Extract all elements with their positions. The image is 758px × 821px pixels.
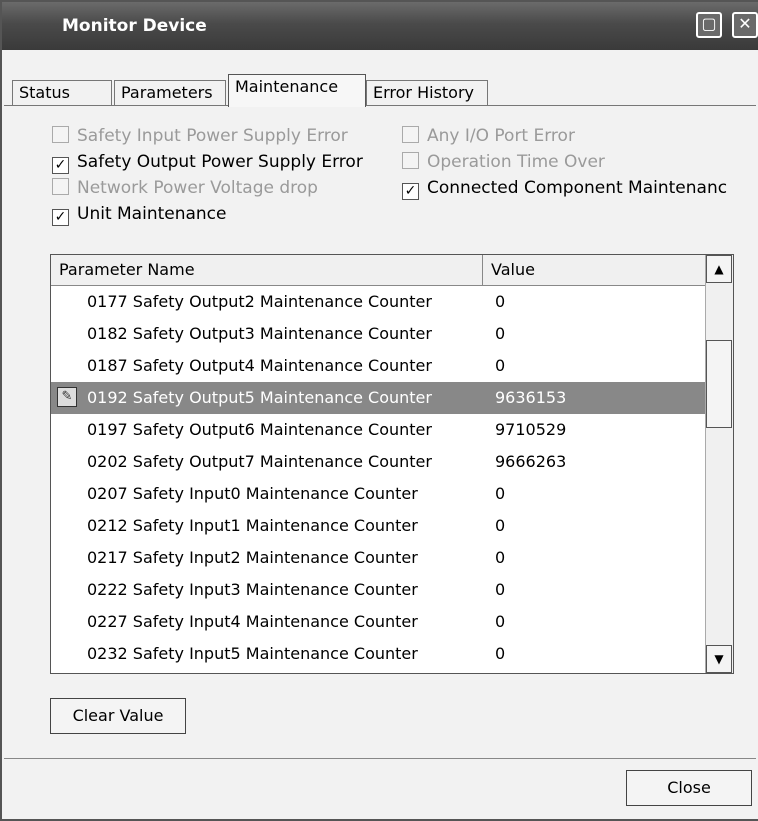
- scroll-down-arrow-icon[interactable]: ▼: [706, 645, 732, 673]
- tab-maintenance[interactable]: Maintenance: [228, 74, 366, 107]
- checkbox-label: Safety Input Power Supply Error: [77, 126, 348, 146]
- parameter-name-cell: 0207 Safety Input0 Maintenance Counter: [87, 484, 418, 503]
- table-header: Parameter Name Value: [51, 255, 707, 286]
- checkbox-safety-output-power-supply-error[interactable]: ✓ Safety Output Power Supply Error: [52, 152, 363, 174]
- value-cell[interactable]: 0: [495, 484, 505, 503]
- close-button[interactable]: Close: [626, 770, 752, 806]
- parameter-name-cell: 0202 Safety Output7 Maintenance Counter: [87, 452, 432, 471]
- checkbox-label: Connected Component Maintenanc: [427, 178, 728, 198]
- check-icon: ✓: [52, 157, 69, 174]
- table-row[interactable]: 0212 Safety Input1 Maintenance Counter 0: [51, 510, 707, 542]
- tab-divider: [4, 105, 756, 106]
- checkbox-box: [402, 152, 419, 169]
- checkbox-unit-maintenance[interactable]: ✓ Unit Maintenance: [52, 204, 227, 226]
- window-title: Monitor Device: [62, 16, 207, 36]
- parameter-name-cell: 0192 Safety Output5 Maintenance Counter: [87, 388, 432, 407]
- table-row[interactable]: 0187 Safety Output4 Maintenance Counter 0: [51, 350, 707, 382]
- parameter-name-cell: 0212 Safety Input1 Maintenance Counter: [87, 516, 418, 535]
- restore-button[interactable]: ▢: [696, 12, 722, 38]
- parameter-name-cell: 0217 Safety Input2 Maintenance Counter: [87, 548, 418, 567]
- checkbox-label: Network Power Voltage drop: [77, 178, 318, 198]
- clear-value-button[interactable]: Clear Value: [50, 698, 186, 734]
- scroll-up-arrow-icon[interactable]: ▲: [706, 255, 732, 283]
- table-row[interactable]: 0222 Safety Input3 Maintenance Counter 0: [51, 574, 707, 606]
- table-row[interactable]: 0217 Safety Input2 Maintenance Counter 0: [51, 542, 707, 574]
- value-cell[interactable]: 0: [495, 356, 505, 375]
- value-cell[interactable]: 9710529: [495, 420, 566, 439]
- parameter-name-cell: 0177 Safety Output2 Maintenance Counter: [87, 292, 432, 311]
- checkbox-box: [52, 178, 69, 195]
- table-row[interactable]: 0177 Safety Output2 Maintenance Counter 0: [51, 286, 707, 318]
- title-bar[interactable]: Monitor Device ▢ ✕: [2, 2, 758, 50]
- table-row[interactable]: 0237 Safety Input6 Maintenance Counter0: [51, 670, 707, 673]
- monitor-device-window: Monitor Device ▢ ✕ Status Parameters Mai…: [0, 0, 758, 821]
- value-cell[interactable]: 0: [495, 292, 505, 311]
- checkbox-label: Operation Time Over: [427, 152, 605, 172]
- checkbox-label: Any I/O Port Error: [427, 126, 575, 146]
- parameter-name-cell: 0187 Safety Output4 Maintenance Counter: [87, 356, 432, 375]
- column-header-parameter-name[interactable]: Parameter Name: [51, 255, 483, 285]
- table-row[interactable]: 0232 Safety Input5 Maintenance Counter 0: [51, 638, 707, 670]
- table-row[interactable]: ✎ 0192 Safety Output5 Maintenance Counter…: [51, 382, 707, 414]
- checkbox-any-io-port-error[interactable]: Any I/O Port Error: [402, 126, 575, 146]
- checkbox-label: Unit Maintenance: [77, 204, 227, 224]
- close-window-button[interactable]: ✕: [732, 12, 758, 38]
- tab-status[interactable]: Status: [12, 80, 112, 106]
- value-cell[interactable]: 0: [495, 324, 505, 343]
- footer-divider: [4, 758, 756, 759]
- tab-strip: Status Parameters Maintenance Error Hist…: [2, 74, 758, 107]
- parameter-name-cell: 0197 Safety Output6 Maintenance Counter: [87, 420, 432, 439]
- tab-parameters[interactable]: Parameters: [114, 80, 226, 106]
- value-cell[interactable]: 0: [495, 644, 505, 663]
- check-icon: ✓: [402, 183, 419, 200]
- table-row[interactable]: 0207 Safety Input0 Maintenance Counter 0: [51, 478, 707, 510]
- parameter-name-cell: 0182 Safety Output3 Maintenance Counter: [87, 324, 432, 343]
- checkbox-box: [402, 126, 419, 143]
- tab-error-history[interactable]: Error History: [366, 80, 488, 106]
- table-row[interactable]: 0227 Safety Input4 Maintenance Counter 0: [51, 606, 707, 638]
- clear-value-label: Clear Value: [72, 706, 164, 725]
- value-cell[interactable]: 0: [495, 580, 505, 599]
- table-row[interactable]: 0202 Safety Output7 Maintenance Counter 9…: [51, 446, 707, 478]
- parameter-name-cell: 0227 Safety Input4 Maintenance Counter: [87, 612, 418, 631]
- parameter-name-cell: 0232 Safety Input5 Maintenance Counter: [87, 644, 418, 663]
- checkbox-network-power-voltage-drop[interactable]: Network Power Voltage drop: [52, 178, 318, 198]
- check-icon: ✓: [52, 209, 69, 226]
- value-cell[interactable]: 0: [495, 516, 505, 535]
- column-header-value[interactable]: Value: [483, 255, 707, 285]
- value-cell[interactable]: 9666263: [495, 452, 566, 471]
- checkbox-safety-input-power-supply-error[interactable]: Safety Input Power Supply Error: [52, 126, 348, 146]
- parameter-table[interactable]: Parameter Name Value 0177 Safety Output2…: [50, 254, 734, 674]
- checkbox-box: [52, 126, 69, 143]
- value-cell[interactable]: 0: [495, 548, 505, 567]
- parameter-name-cell: 0222 Safety Input3 Maintenance Counter: [87, 580, 418, 599]
- value-cell[interactable]: 9636153: [495, 388, 566, 407]
- scrollbar-thumb[interactable]: [706, 340, 732, 428]
- checkbox-operation-time-over[interactable]: Operation Time Over: [402, 152, 605, 172]
- pencil-icon[interactable]: ✎: [57, 387, 77, 407]
- checkbox-connected-component-maintenance[interactable]: ✓ Connected Component Maintenanc: [402, 178, 727, 200]
- checkbox-label: Safety Output Power Supply Error: [77, 152, 363, 172]
- table-row[interactable]: 0182 Safety Output3 Maintenance Counter 0: [51, 318, 707, 350]
- vertical-scrollbar[interactable]: ▲ ▼: [705, 255, 733, 673]
- table-row[interactable]: 0197 Safety Output6 Maintenance Counter 9…: [51, 414, 707, 446]
- value-cell[interactable]: 0: [495, 612, 505, 631]
